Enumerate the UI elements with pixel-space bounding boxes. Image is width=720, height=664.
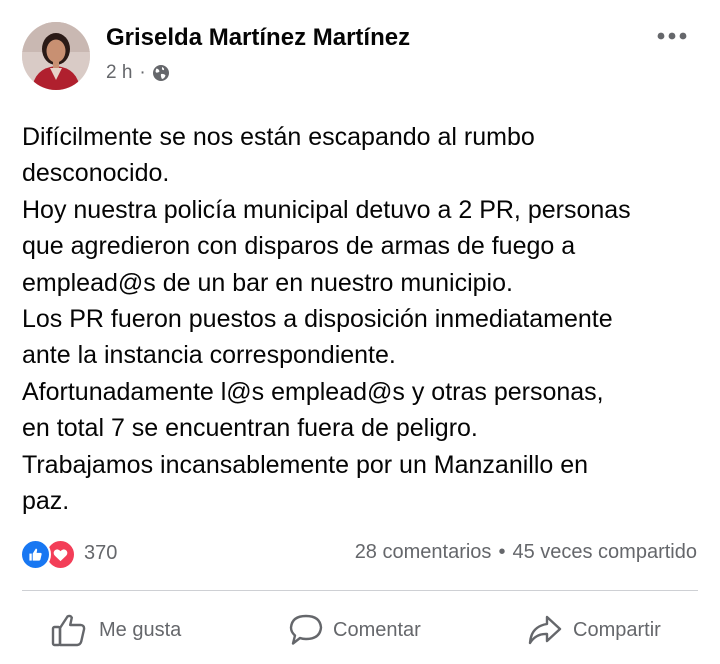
post-text-line: desconocido. [22,159,170,188]
comment-button[interactable]: Comentar [288,605,421,655]
author-name[interactable]: Griselda Martínez Martínez [106,24,410,52]
share-arrow-icon [526,613,573,647]
post-text-line: Hoy nuestra policía municipal detuvo a 2… [22,195,631,224]
shares-count-link[interactable]: 45 veces compartido [512,541,697,563]
reaction-icons [20,537,78,570]
reactions-summary[interactable]: 370 [20,537,118,570]
post-text-line: Los PR fueron puestos a disposición inme… [22,305,613,334]
post-text-line: emplead@s de un bar en nuestro municipio… [22,268,513,297]
comments-count-link[interactable]: 28 comentarios [355,541,492,563]
post-text-line: Afortunadamente l@s emplead@s y otras pe… [22,377,604,406]
meta-separator: · [139,62,146,83]
speech-bubble-icon [288,613,333,647]
post-text-line: Difícilmente se nos están escapando al r… [22,123,535,151]
divider [22,590,698,591]
like-button[interactable]: Me gusta [50,605,181,655]
post-text-line: que agredieron con disparos de armas de … [22,232,576,261]
comment-button-label: Comentar [333,618,421,641]
post-timestamp[interactable]: 2 h [106,62,132,84]
stats-separator: • [498,541,506,563]
like-button-label: Me gusta [99,618,182,641]
thumbs-up-icon [50,612,99,648]
post-text-line: paz. [22,487,70,516]
author-avatar[interactable] [22,22,90,90]
globe-icon [152,64,170,82]
engagement-stats: 28 comentarios • 45 veces compartido [355,541,697,564]
post-text-line: en total 7 se encuentran fuera de peligr… [22,414,478,443]
like-reaction-icon [20,539,51,570]
post-text-line: Trabajamos incansablemente por un Manzan… [22,450,589,479]
post-text-line: ante la instancia correspondiente. [22,341,396,370]
reactions-count: 370 [84,541,118,564]
facebook-post: Griselda Martínez Martínez 2 h · Difícil… [0,0,720,664]
share-button-label: Compartir [573,618,661,641]
share-button[interactable]: Compartir [526,605,661,655]
post-meta: 2 h · [106,62,170,84]
more-options-icon[interactable] [654,26,694,46]
post-text: Difícilmente se nos están escapando al r… [22,119,707,519]
